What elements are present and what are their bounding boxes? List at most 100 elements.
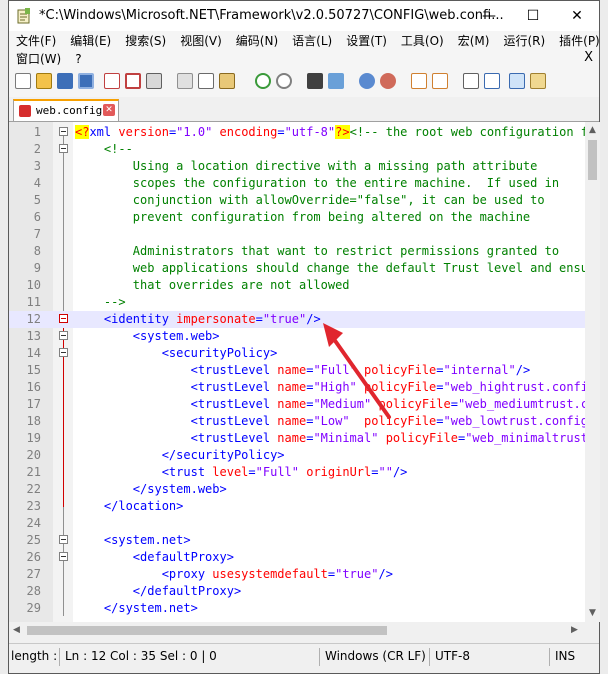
code-line[interactable]: 8 Administrators that want to restrict p… (9, 243, 585, 260)
horizontal-scroll-thumb[interactable] (27, 626, 387, 635)
code-line[interactable]: 16 <trustLevel name="High" policyFile="w… (9, 379, 585, 396)
cut-icon[interactable] (177, 73, 193, 89)
line-number: 2 (33, 142, 41, 156)
paste-icon[interactable] (219, 73, 235, 89)
new-file-icon[interactable] (15, 73, 31, 89)
notepad-window: *C:\Windows\Microsoft.NET\Framework\v2.0… (8, 0, 600, 674)
close-document-button[interactable]: X (584, 50, 593, 65)
menu-item-main-0[interactable]: 文件(F) (9, 32, 56, 50)
scroll-up-icon[interactable]: ▲ (589, 125, 596, 135)
tab-label: web.config (36, 104, 103, 117)
print-icon[interactable] (146, 73, 162, 89)
code-line[interactable]: 1 <?xml version="1.0" encoding="utf-8"?><… (9, 124, 585, 141)
menu-item-main-6[interactable]: 设置(T) (339, 32, 387, 50)
line-number: 5 (33, 193, 41, 207)
code-line[interactable]: 24 (9, 515, 585, 532)
sync-vertical-icon[interactable] (411, 73, 427, 89)
scroll-down-icon[interactable]: ▼ (589, 608, 596, 618)
sync-horizontal-icon[interactable] (432, 73, 448, 89)
code-line[interactable]: 21 <trust level="Full" originUrl=""/> (9, 464, 585, 481)
fold-toggle-icon[interactable] (59, 348, 68, 357)
fold-toggle-icon[interactable] (59, 127, 68, 136)
maximize-button[interactable]: ☐ (511, 1, 555, 31)
status-encoding: UTF-8 (435, 649, 470, 663)
code-line[interactable]: 25 <system.net> (9, 532, 585, 549)
menu-item-secondary-1[interactable]: ? (68, 50, 81, 68)
fold-toggle-icon[interactable] (59, 535, 68, 544)
line-text: scopes the configuration to the entire m… (132, 176, 560, 190)
code-editor[interactable]: 1 <?xml version="1.0" encoding="utf-8"?><… (9, 122, 585, 622)
zoom-in-icon[interactable] (359, 73, 375, 89)
code-line[interactable]: 17 <trustLevel name="Medium" policyFile=… (9, 396, 585, 413)
status-bar: length : Ln : 12 Col : 35 Sel : 0 | 0 Wi… (9, 643, 599, 670)
menu-item-main-4[interactable]: 编码(N) (229, 32, 278, 50)
tab-close-icon[interactable]: ✕ (103, 104, 115, 116)
zoom-out-icon[interactable] (380, 73, 396, 89)
undo-icon[interactable] (255, 73, 271, 89)
fold-toggle-icon[interactable] (59, 144, 68, 153)
minimize-button[interactable]: — (467, 1, 511, 31)
menu-item-secondary-0[interactable]: 窗口(W) (9, 50, 61, 68)
code-line[interactable]: 15 <trustLevel name="Full" policyFile="i… (9, 362, 585, 379)
save-icon[interactable] (57, 73, 73, 89)
menu-item-main-9[interactable]: 运行(R) (496, 32, 545, 50)
menu-item-main-8[interactable]: 宏(M) (451, 32, 490, 50)
horizontal-scrollbar[interactable]: ◀ ▶ (9, 622, 585, 639)
code-line[interactable]: 3 Using a location directive with a miss… (9, 158, 585, 175)
close-file-icon[interactable] (104, 73, 120, 89)
menu-item-main-1[interactable]: 编辑(E) (63, 32, 111, 50)
replace-icon[interactable] (328, 73, 344, 89)
find-icon[interactable] (307, 73, 323, 89)
tab-web-config[interactable]: web.config ✕ (13, 99, 119, 121)
code-line[interactable]: 13 <system.web> (9, 328, 585, 345)
close-window-button[interactable]: ✕ (555, 1, 599, 31)
menu-item-main-7[interactable]: 工具(O) (394, 32, 444, 50)
code-line[interactable]: 4 scopes the configuration to the entire… (9, 175, 585, 192)
open-file-icon[interactable] (36, 73, 52, 89)
fold-toggle-icon[interactable] (59, 331, 68, 340)
code-line[interactable]: 29 </system.net> (9, 600, 585, 617)
code-line[interactable]: 28 </defaultProxy> (9, 583, 585, 600)
code-line[interactable]: 10 that overrides are not allowed (9, 277, 585, 294)
redo-icon[interactable] (276, 73, 292, 89)
vertical-scroll-thumb[interactable] (588, 140, 597, 180)
line-number: 21 (26, 465, 41, 479)
code-line[interactable]: 14 <securityPolicy> (9, 345, 585, 362)
code-line[interactable]: 18 <trustLevel name="Low" policyFile="we… (9, 413, 585, 430)
line-text: <identity impersonate="true"/> (103, 312, 321, 326)
menu-item-main-2[interactable]: 搜索(S) (118, 32, 166, 50)
code-line[interactable]: 22 </system.web> (9, 481, 585, 498)
save-all-icon[interactable] (78, 73, 94, 89)
scroll-left-icon[interactable]: ◀ (13, 625, 20, 635)
show-all-chars-icon[interactable] (484, 73, 500, 89)
document-map-icon[interactable] (530, 73, 546, 89)
code-line[interactable]: 23 </location> (9, 498, 585, 515)
code-line[interactable]: 7 (9, 226, 585, 243)
close-all-icon[interactable] (125, 73, 141, 89)
menu-item-main-10[interactable]: 插件(P) (552, 32, 600, 50)
code-line[interactable]: 11 --> (9, 294, 585, 311)
line-number: 27 (26, 567, 41, 581)
fold-toggle-icon[interactable] (59, 314, 68, 323)
code-line[interactable]: 6 prevent configuration from being alter… (9, 209, 585, 226)
line-text: <trustLevel name="Full" policyFile="inte… (190, 363, 531, 377)
line-number: 13 (26, 329, 41, 343)
scroll-right-icon[interactable]: ▶ (571, 625, 578, 635)
fold-toggle-icon[interactable] (59, 552, 68, 561)
menu-item-main-3[interactable]: 视图(V) (173, 32, 222, 50)
copy-icon[interactable] (198, 73, 214, 89)
code-line[interactable]: 12 <identity impersonate="true"/> (9, 311, 585, 328)
title-bar[interactable]: *C:\Windows\Microsoft.NET\Framework\v2.0… (9, 1, 599, 31)
code-line[interactable]: 27 <proxy usesystemdefault="true"/> (9, 566, 585, 583)
code-line[interactable]: 26 <defaultProxy> (9, 549, 585, 566)
code-line[interactable]: 2 <!-- (9, 141, 585, 158)
code-line[interactable]: 20 </securityPolicy> (9, 447, 585, 464)
code-line[interactable]: 19 <trustLevel name="Minimal" policyFile… (9, 430, 585, 447)
indent-guide-icon[interactable] (509, 73, 525, 89)
line-text: </securityPolicy> (161, 448, 285, 462)
vertical-scrollbar[interactable]: ▲ ▼ (585, 122, 600, 622)
word-wrap-icon[interactable] (463, 73, 479, 89)
menu-item-main-5[interactable]: 语言(L) (285, 32, 332, 50)
code-line[interactable]: 9 web applications should change the def… (9, 260, 585, 277)
code-line[interactable]: 5 conjunction with allowOverride="false"… (9, 192, 585, 209)
